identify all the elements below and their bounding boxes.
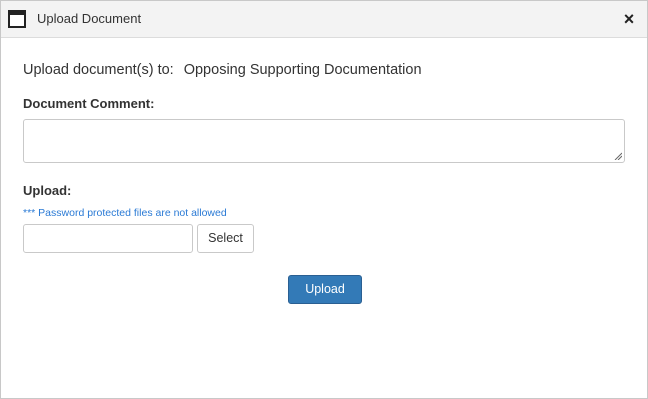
upload-destination-label: Upload document(s) to: bbox=[23, 62, 174, 78]
upload-destination-line: Upload document(s) to: Opposing Supportin… bbox=[23, 61, 422, 79]
document-comment-label: Document Comment: bbox=[23, 96, 155, 111]
window-icon bbox=[8, 10, 26, 28]
resize-grip-icon[interactable] bbox=[614, 152, 622, 160]
upload-document-dialog: Upload Document × Upload document(s) to:… bbox=[0, 0, 648, 399]
select-file-button[interactable]: Select bbox=[197, 224, 254, 253]
close-icon[interactable]: × bbox=[619, 8, 639, 30]
dialog-title: Upload Document bbox=[37, 11, 142, 26]
upload-button[interactable]: Upload bbox=[288, 275, 362, 304]
file-name-input[interactable] bbox=[23, 224, 193, 253]
password-protected-note: *** Password protected files are not all… bbox=[23, 207, 227, 219]
dialog-titlebar: Upload Document × bbox=[1, 1, 647, 38]
document-comment-textarea[interactable] bbox=[23, 119, 625, 163]
upload-destination-value: Opposing Supporting Documentation bbox=[183, 62, 422, 78]
upload-label: Upload: bbox=[23, 183, 72, 198]
